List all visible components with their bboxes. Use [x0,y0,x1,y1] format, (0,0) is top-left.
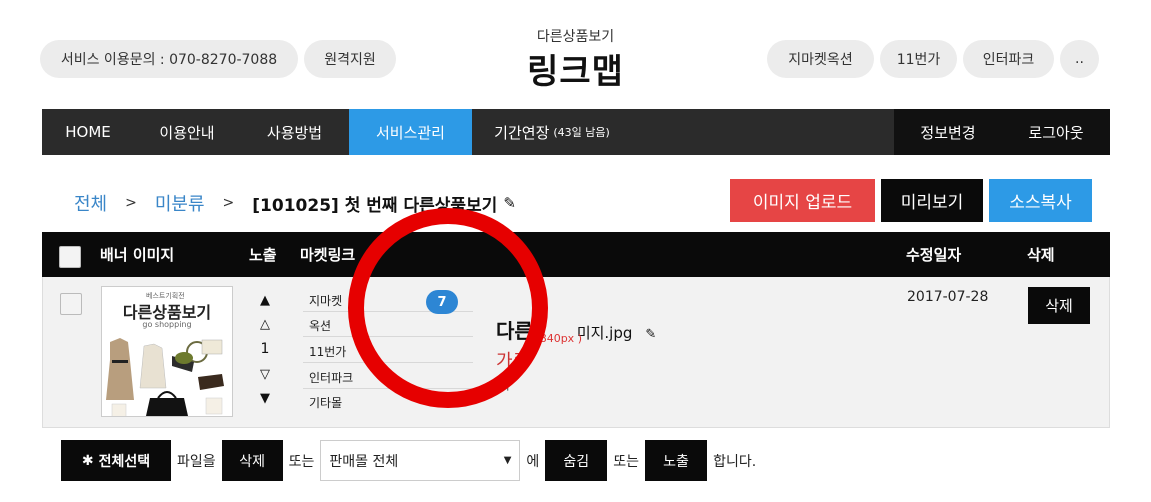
breadcrumb-uncategorized[interactable]: 미분류 [155,190,205,216]
breadcrumb: 전체 > 미분류 > [101025] 첫 번째 다른상품보기 ✎ [74,190,516,216]
market-select[interactable]: 판매몰 전체 ▼ [320,440,521,481]
bulk-text-end: 합니다. [713,453,757,470]
header-file: 파 [495,226,509,244]
market-link-other[interactable]: 기타몰 [303,394,473,414]
bulk-text-file: 파일을 [177,453,216,470]
width-label: 가로 [496,351,530,372]
show-button[interactable]: 노출 [645,440,708,481]
display-order: 1 [260,341,270,357]
nav-service-manage[interactable]: 서비스관리 [349,109,472,155]
copy-source-button[interactable]: 소스복사 [989,179,1092,222]
file-name-suffix: 미지.jpg [576,324,633,342]
breadcrumb-all[interactable]: 전체 [74,190,107,216]
row-checkbox[interactable] [60,293,82,315]
bulk-action-bar: ✱ 전체선택 파일을 삭제 또는 판매몰 전체 ▼ 에 숨김 또는 노출 합니다… [61,440,762,481]
move-top-icon[interactable]: ▲ [257,293,273,308]
market-button-gmarket-auction[interactable]: 지마켓옥션 [767,40,874,78]
market-select-value: 판매몰 전체 [329,453,399,470]
banner-thumbnail[interactable]: 베스트기획전 다른상품보기 go shopping [101,286,233,417]
market-button-interpark[interactable]: 인터파크 [963,40,1054,78]
asterisk-icon: ✱ [81,452,94,469]
breadcrumb-separator: > [125,195,137,211]
select-all-checkbox[interactable] [59,246,81,268]
header-modified-date: 수정일자 [906,246,962,264]
nav-guide[interactable]: 이용안내 [134,109,240,155]
preview-button[interactable]: 미리보기 [881,179,983,222]
move-up-icon[interactable]: △ [257,317,273,332]
edit-pencil-icon[interactable]: ✎ [503,194,516,212]
header-exposure: 노출 [249,246,277,264]
product-collage-image [106,338,224,416]
chevron-down-icon: ▼ [503,455,512,466]
header-market-link: 마켓링크 [300,246,356,264]
image-upload-button[interactable]: 이미지 업로드 [730,179,875,222]
market-link-auction[interactable]: 옥션 [303,317,473,337]
rename-pencil-icon[interactable]: ✎ [645,327,656,342]
height-label: 세 [496,375,510,393]
move-down-icon[interactable]: ▽ [257,367,273,382]
nav-howto[interactable]: 사용방법 [240,109,349,155]
move-bottom-icon[interactable]: ▼ [257,391,273,406]
bulk-delete-button[interactable]: 삭제 [221,440,283,481]
row-delete-button[interactable]: 삭제 [1028,287,1090,324]
thumb-subtitle: go shopping [142,320,192,329]
breadcrumb-separator: > [222,195,235,211]
table-row: 베스트기획전 다른상품보기 go shopping ▲ △ 1 ▽ ▼ 지마켓 … [42,277,1110,428]
table-header: 배너 이미지 노출 마켓링크 파 수정일자 삭제 [42,226,1110,277]
hide-button[interactable]: 숨김 [545,440,608,481]
select-all-button[interactable]: ✱ 전체선택 [61,440,171,481]
header-banner-image: 배너 이미지 [100,246,175,264]
more-markets-button[interactable]: .. [1060,40,1099,78]
main-nav: HOME 이용안내 사용방법 서비스관리 기간연장 (43일 남음) 정보변경 … [42,109,1110,155]
modified-date: 2017-07-28 [907,289,989,305]
nav-home[interactable]: HOME [42,109,134,155]
file-name-prefix: 다른 [496,319,533,343]
bulk-text-or2: 또는 [613,453,640,470]
header-delete: 삭제 [1027,246,1055,264]
bulk-text-at: 에 [526,453,540,470]
market-link-11st[interactable]: 11번가 [303,343,473,363]
nav-extend-label: 기간연장 [494,123,550,142]
nav-extend-note: (43일 남음) [553,126,610,139]
select-all-label: 전체선택 [98,453,151,470]
market-button-11st[interactable]: 11번가 [880,40,957,78]
nav-extend[interactable]: 기간연장 (43일 남음) [472,109,632,155]
bulk-text-or: 또는 [288,453,315,470]
breadcrumb-current: [101025] 첫 번째 다른상품보기 [252,195,498,216]
image-dimensions: :840px ) [536,332,582,345]
nav-logout[interactable]: 로그아웃 [1002,109,1110,155]
link-count-badge: 7 [426,290,458,314]
market-link-interpark[interactable]: 인터파크 [303,369,473,389]
nav-edit-info[interactable]: 정보변경 [894,109,1002,155]
